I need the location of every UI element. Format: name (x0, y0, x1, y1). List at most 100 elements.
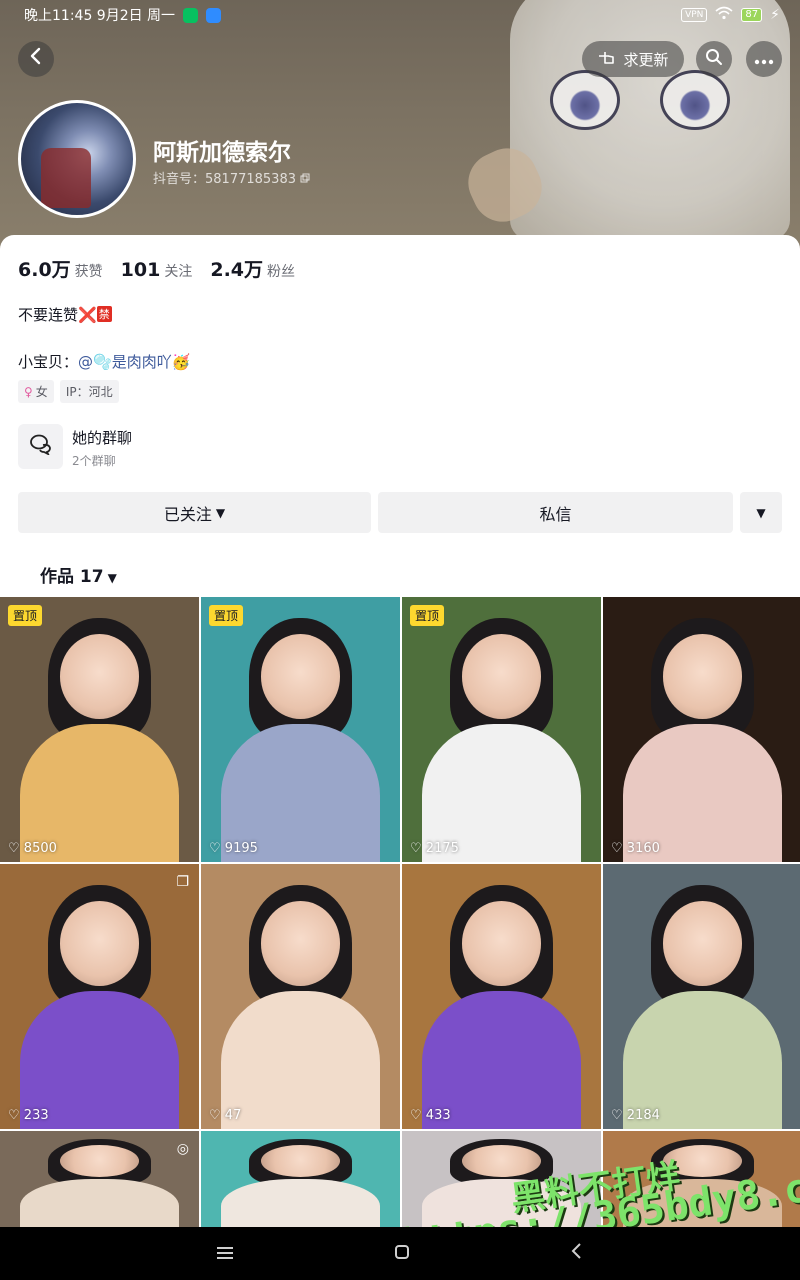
search-button[interactable] (696, 41, 732, 77)
request-update-label: 求更新 (623, 50, 669, 69)
home-icon[interactable] (394, 1241, 410, 1266)
status-bar: 晚上11:45 9月2日 周一 VPN 87 ⚡ (0, 0, 800, 30)
heart-icon: ♡ (611, 1108, 627, 1123)
heart-icon: ♡ (209, 841, 225, 856)
more-actions-dropdown[interactable]: ▼ (740, 492, 782, 533)
stat-following[interactable]: 101 关注 (121, 259, 193, 281)
menu-icon[interactable] (216, 1241, 234, 1266)
video-tile[interactable]: ◎ (0, 1131, 199, 1231)
pinned-badge: 置顶 (209, 605, 244, 626)
cross-mark-icon: ❌ (78, 306, 97, 324)
like-count-value: 433 (425, 1108, 451, 1123)
live-icon: ◎ (176, 1141, 189, 1157)
thumbnail-body (19, 1179, 180, 1231)
thumbnail-face (662, 634, 743, 719)
tab-works-label: 作品 17 (40, 567, 104, 587)
stat-following-value: 101 (120, 259, 161, 281)
wifi-icon (715, 6, 733, 24)
like-count-value: 2175 (425, 841, 459, 856)
bio-line-1: 不要连赞❌ 禁 (18, 304, 112, 325)
like-count: ♡ 9195 (209, 841, 258, 856)
video-tile[interactable]: ♡ 2184 (603, 864, 800, 1129)
thumbnail-face (59, 1145, 140, 1177)
stat-fans[interactable]: 2.4万 粉丝 (210, 255, 295, 282)
chevron-left-icon (28, 46, 44, 72)
avatar[interactable] (18, 100, 136, 218)
thumbnail-face (260, 634, 341, 719)
back-icon[interactable] (570, 1241, 584, 1266)
video-tile[interactable]: 置顶 ♡ 9195 (201, 597, 400, 862)
heart-icon: ♡ (8, 841, 24, 856)
bio-mention-link[interactable]: @🫧是肉肉吖🥳 (78, 353, 190, 371)
stat-likes-value: 6.0万 (18, 259, 71, 281)
battery-indicator: 87 (741, 8, 763, 22)
thumbnail-body (220, 1179, 381, 1231)
heart-icon: ♡ (410, 1108, 426, 1123)
heart-icon: ♡ (611, 841, 627, 856)
video-tile[interactable]: ♡ 433 (402, 864, 601, 1129)
like-count: ♡ 233 (8, 1108, 49, 1123)
background-cat-eye (550, 70, 620, 130)
message-label: 私信 (539, 504, 572, 524)
female-icon: ♀ (24, 385, 33, 399)
like-count: ♡ 2175 (410, 841, 459, 856)
stat-fans-value: 2.4万 (210, 259, 264, 281)
back-button[interactable] (18, 41, 54, 77)
thumbnail-body (220, 991, 381, 1129)
heart-icon: ♡ (209, 1108, 225, 1123)
video-tile[interactable] (201, 1131, 400, 1231)
caret-down-icon: ▼ (756, 505, 766, 520)
profile-nickname: 阿斯加德索尔 (153, 140, 291, 166)
video-tile[interactable]: 置顶 ♡ 2175 (402, 597, 601, 862)
group-chat-title[interactable]: 她的群聊 (72, 427, 132, 448)
group-chat-icon-box[interactable] (18, 424, 63, 469)
gender-text: 女 (35, 385, 48, 399)
follow-status-button[interactable]: 已关注 ▼ (18, 492, 371, 533)
request-update-button[interactable]: 求更新 (582, 41, 684, 77)
like-count-value: 47 (224, 1108, 242, 1123)
profile-douyin-id[interactable]: 抖音号：58177185383 (153, 168, 310, 187)
stat-likes[interactable]: 6.0万 获赞 (18, 255, 103, 282)
video-tile[interactable]: ❐ ♡ 233 (0, 864, 199, 1129)
pointing-hand-icon (597, 48, 617, 70)
charging-icon: ⚡ (770, 7, 780, 23)
like-count-value: 2184 (626, 1108, 660, 1123)
like-count: ♡ 8500 (8, 841, 57, 856)
bio-line-2-prefix: 小宝贝： (18, 353, 79, 371)
more-icon (754, 49, 774, 70)
video-tile[interactable]: ♡ 47 (201, 864, 400, 1129)
search-icon (705, 48, 723, 71)
pinned-badge: 置顶 (410, 605, 445, 626)
status-time: 晚上11:45 9月2日 周一 (24, 8, 176, 24)
caret-down-icon: ▼ (107, 571, 117, 585)
like-count: ♡ 433 (410, 1108, 451, 1123)
pinned-badge: 置顶 (8, 605, 43, 626)
multi-image-icon: ❐ (176, 874, 189, 890)
like-count: ♡ 3160 (611, 841, 660, 856)
group-chat-subtitle: 2个群聊 (72, 454, 116, 468)
thumbnail-face (59, 901, 140, 986)
copy-icon[interactable] (300, 172, 310, 187)
ip-tag: IP：河北 (59, 380, 119, 403)
thumbnail-face (260, 1145, 341, 1177)
profile-stats: 6.0万 获赞 101 关注 2.4万 粉丝 (18, 255, 295, 282)
more-button[interactable] (746, 41, 782, 77)
background-image (510, 0, 790, 240)
thumbnail-face (662, 901, 743, 986)
like-count: ♡ 2184 (611, 1108, 660, 1123)
video-tile[interactable]: ♡ 3160 (603, 597, 800, 862)
tab-works[interactable]: 作品 17 ▼ (40, 562, 117, 587)
profile-tags: ♀ 女 IP：河北 (18, 380, 119, 403)
like-count-value: 8500 (23, 841, 57, 856)
chat-bubbles-icon (29, 433, 53, 460)
message-button[interactable]: 私信 (378, 492, 733, 533)
heart-icon: ♡ (410, 841, 426, 856)
like-count-value: 233 (23, 1108, 49, 1123)
bio-line-1-text: 不要连赞 (18, 306, 79, 324)
cloud-notification-icon (206, 7, 222, 23)
video-tile[interactable]: 置顶 ♡ 8500 (0, 597, 199, 862)
gender-tag: ♀ 女 (18, 380, 54, 403)
stat-following-label: 关注 (164, 264, 193, 280)
system-nav-bar (0, 1227, 800, 1280)
background-cat-eye (660, 70, 730, 130)
